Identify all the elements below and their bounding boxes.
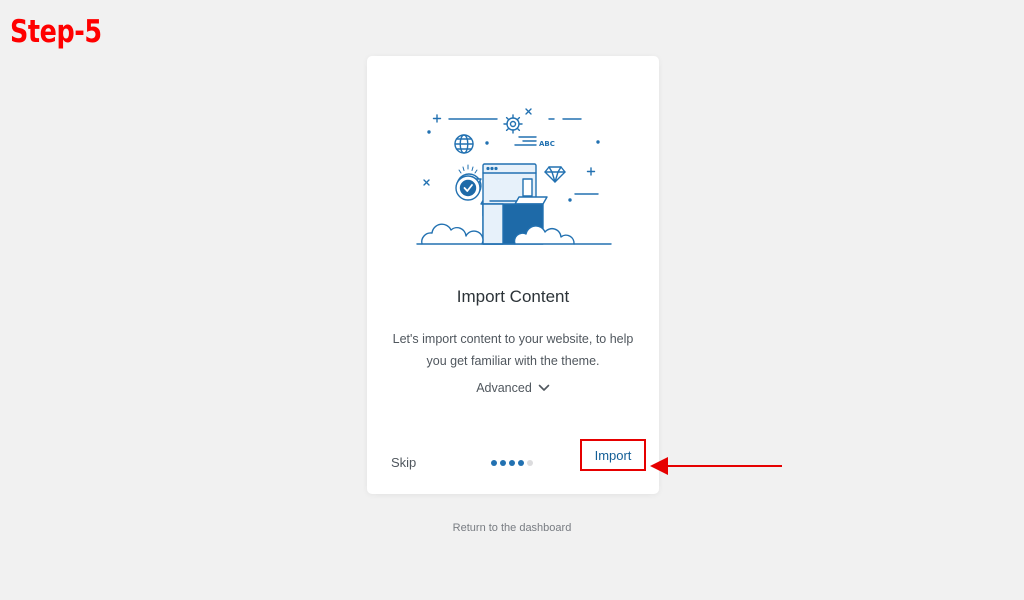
progress-dot [491, 460, 497, 466]
diamond-icon [544, 166, 566, 183]
import-content-card: ABC Import Content Let's import content … [367, 56, 659, 494]
annotation-arrow-icon [650, 457, 782, 475]
return-to-dashboard-link[interactable]: Return to the dashboard [0, 522, 1024, 534]
advanced-label: Advanced [476, 381, 532, 395]
progress-dot [518, 460, 524, 466]
progress-dot [500, 460, 506, 466]
card-description: Let's import content to your website, to… [392, 332, 634, 368]
plus-icon [432, 114, 442, 123]
x-mark-icon [525, 108, 532, 115]
progress-dot [527, 460, 533, 466]
card-footer: Skip Import [367, 434, 659, 494]
globe-icon [454, 134, 474, 154]
gear-icon [503, 114, 523, 134]
step-label: Step-5 [10, 14, 102, 50]
plus-icon [586, 167, 596, 176]
import-button[interactable]: Import [580, 439, 646, 471]
advanced-toggle[interactable]: Advanced [367, 381, 659, 395]
step-progress-dots [491, 460, 533, 466]
x-mark-icon [423, 179, 430, 186]
import-illustration: ABC [416, 108, 612, 245]
progress-dot [509, 460, 515, 466]
card-title: Import Content [456, 287, 570, 306]
checkmark-badge-icon [455, 164, 482, 201]
chevron-down-icon [538, 384, 550, 391]
skip-button[interactable]: Skip [391, 455, 416, 470]
abc-text: ABC [539, 140, 555, 148]
